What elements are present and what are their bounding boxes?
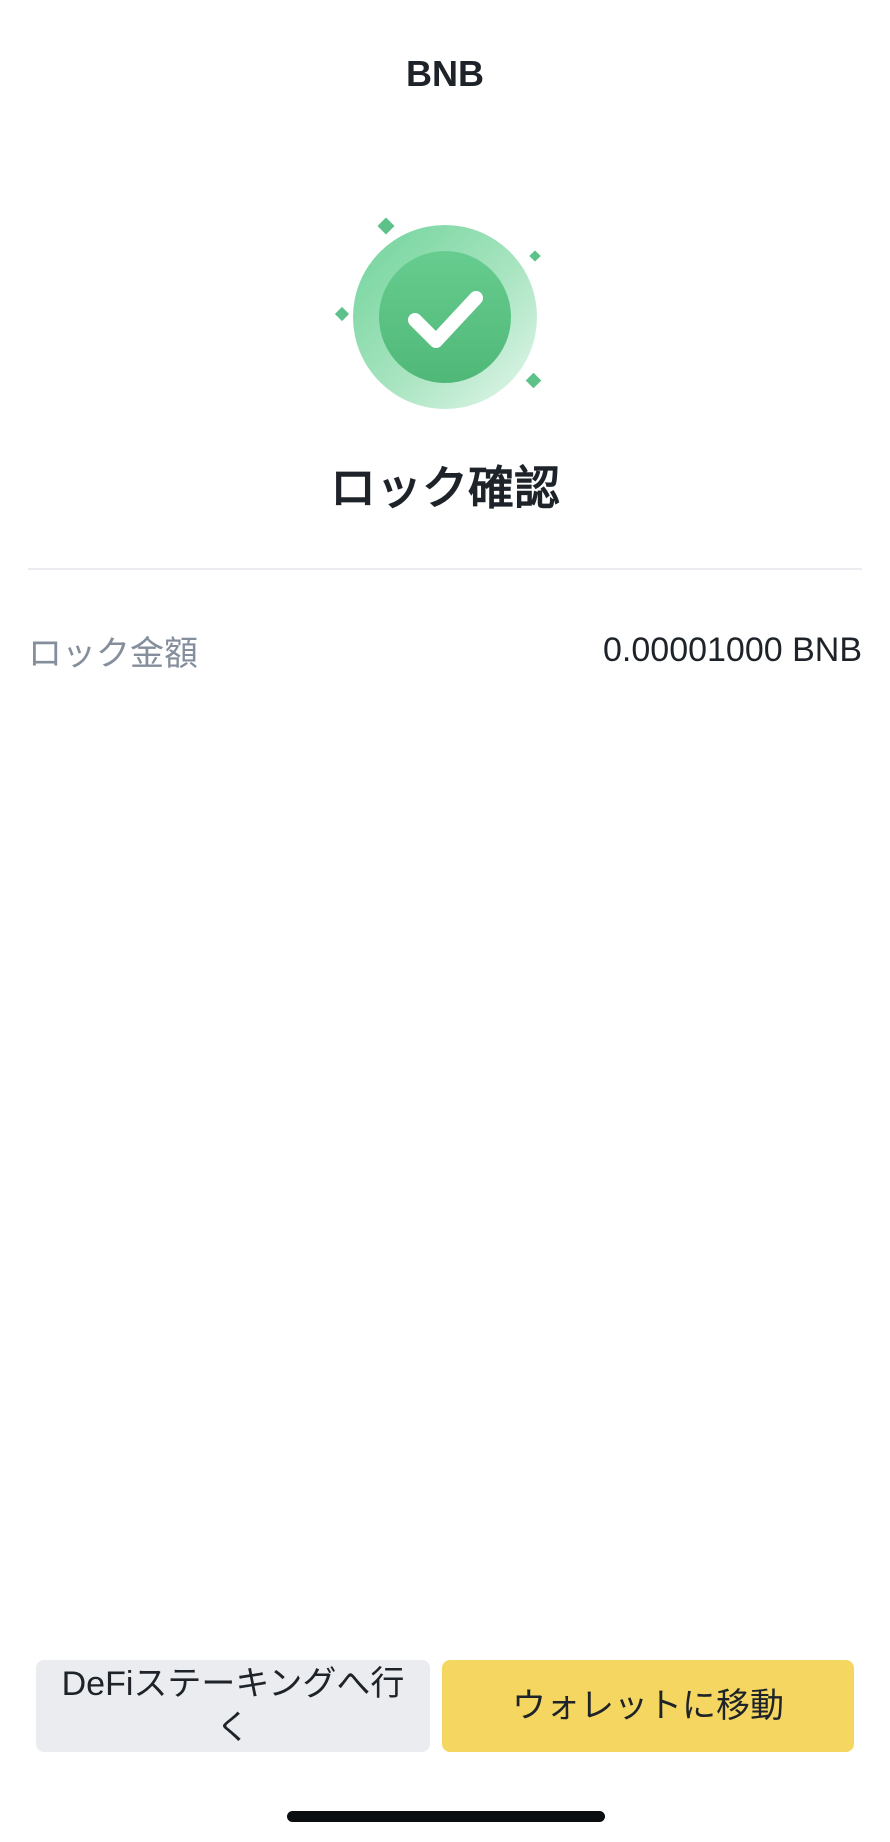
go-to-wallet-label: ウォレットに移動 xyxy=(512,1687,784,1725)
go-defi-staking-label: DeFiステーキングへ行く xyxy=(61,1665,405,1747)
success-graphic xyxy=(330,210,560,420)
detail-value: 0.00001000 BNB xyxy=(603,630,862,669)
detail-label: ロック金額 xyxy=(28,634,198,673)
detail-row-lock-amount: ロック金額 0.00001000 BNB xyxy=(28,624,862,676)
go-defi-staking-button[interactable]: DeFiステーキングへ行く xyxy=(36,1660,430,1752)
home-indicator xyxy=(287,1811,605,1822)
page-title: BNB xyxy=(406,53,484,94)
divider xyxy=(28,568,862,570)
result-title: ロック確認 xyxy=(330,462,560,514)
check-circle-icon xyxy=(334,217,542,409)
go-to-wallet-button[interactable]: ウォレットに移動 xyxy=(442,1660,854,1752)
